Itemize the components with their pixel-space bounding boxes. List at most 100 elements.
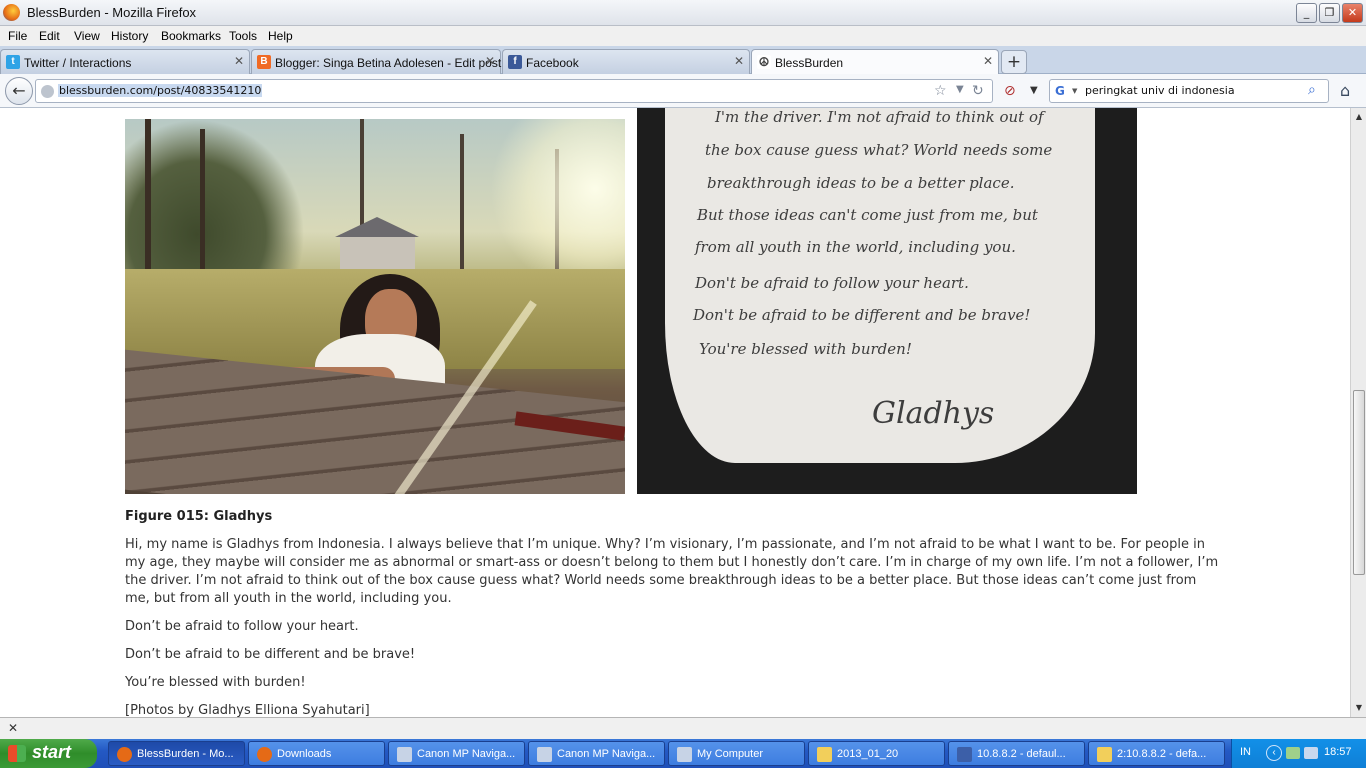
search-engine-dropdown-icon[interactable]: ▼ [1072,87,1077,95]
search-input[interactable]: peringkat univ di indonesia [1085,84,1235,97]
tab-close-icon[interactable]: ✕ [734,54,744,68]
network-folder-icon [1097,747,1112,762]
network-icon [957,747,972,762]
task-folder[interactable]: 2013_01_20 [808,741,945,766]
note-line: I'm the driver. I'm not afraid to think … [715,108,1044,126]
tab-label: Facebook [526,56,579,70]
menu-file[interactable]: File [8,29,27,43]
canon-icon [537,747,552,762]
reload-icon[interactable]: ↻ [972,83,984,99]
windows-taskbar: start BlessBurden - Mo... Downloads Cano… [0,739,1366,768]
article-paragraph: You’re blessed with burden! [125,675,306,690]
tab-twitter[interactable]: t Twitter / Interactions ✕ [0,49,250,74]
tab-facebook[interactable]: f Facebook ✕ [502,49,750,74]
menu-edit[interactable]: Edit [39,29,60,43]
note-line: But those ideas can't come just from me,… [697,206,1038,224]
task-label: 10.8.8.2 - defaul... [977,748,1066,760]
scroll-down-icon[interactable]: ▼ [1353,701,1365,715]
close-bar-icon[interactable]: ✕ [8,721,18,735]
task-canon-1[interactable]: Canon MP Naviga... [388,741,525,766]
note-line: the box cause guess what? World needs so… [705,141,1053,159]
tab-close-icon[interactable]: ✕ [983,54,993,68]
tab-label: Twitter / Interactions [24,56,132,70]
tab-blogger[interactable]: B Blogger: Singa Betina Adolesen - Edit … [251,49,501,74]
menu-help[interactable]: Help [268,29,293,43]
task-label: Canon MP Naviga... [557,748,656,760]
home-icon[interactable]: ⌂ [1340,81,1350,100]
start-label: start [32,742,72,762]
facebook-icon: f [508,55,522,69]
menu-bookmarks[interactable]: Bookmarks [161,29,221,43]
task-label: My Computer [697,748,764,760]
addon-icon[interactable]: ⊘ [1004,83,1016,99]
tab-close-icon[interactable]: ✕ [234,54,244,68]
navigation-bar: ← blessburden.com/post/40833541210 ☆ ▼ ↻… [0,74,1366,108]
scroll-up-icon[interactable]: ▲ [1353,110,1365,124]
photo-gladhys [125,119,625,494]
tab-bar: t Twitter / Interactions ✕ B Blogger: Si… [0,46,1366,75]
history-dropdown-icon[interactable]: ▼ [956,84,964,95]
tray-expand-icon[interactable]: ‹ [1266,745,1282,761]
menu-history[interactable]: History [111,29,148,43]
new-tab-button[interactable]: + [1001,50,1027,74]
note-line: Don't be afraid to be different and be b… [693,306,1031,324]
google-icon[interactable]: G [1055,84,1069,98]
tab-close-icon[interactable]: ✕ [485,54,495,68]
language-indicator[interactable]: IN [1240,746,1251,758]
maximize-button[interactable]: ❐ [1319,3,1340,23]
article-paragraph: Hi, my name is Gladhys from Indonesia. I… [125,537,1219,606]
scrollbar-thumb[interactable] [1353,390,1365,575]
task-firefox[interactable]: BlessBurden - Mo... [108,741,245,766]
start-button[interactable]: start [0,739,97,768]
volume-tray-icon[interactable] [1304,747,1318,759]
window-titlebar: BlessBurden - Mozilla Firefox _ ❐ ✕ [0,0,1366,26]
menu-tools[interactable]: Tools [229,29,257,43]
task-canon-2[interactable]: Canon MP Naviga... [528,741,665,766]
back-button[interactable]: ← [5,77,33,105]
firefox-icon[interactable] [3,4,20,21]
task-remote-2[interactable]: 2:10.8.8.2 - defa... [1088,741,1225,766]
note-line: Don't be afraid to follow your heart. [695,274,969,292]
photo-credit: [Photos by Gladhys Elliona Syahutari] [125,703,370,717]
peace-icon: ☮ [757,55,771,69]
vertical-scrollbar[interactable]: ▲ ▼ [1350,108,1366,717]
note-line: breakthrough ideas to be a better place. [707,174,1015,192]
firefox-icon [117,747,132,762]
article-paragraph: Don’t be afraid to be different and be b… [125,647,416,662]
close-window-button[interactable]: ✕ [1342,3,1363,23]
firefox-icon [257,747,272,762]
tab-blessburden[interactable]: ☮ BlessBurden ✕ [751,49,999,75]
task-downloads[interactable]: Downloads [248,741,385,766]
article-body: Figure 015: Gladhys Hi, my name is Gladh… [125,508,1225,717]
search-icon[interactable]: ⌕ [1308,82,1316,98]
signature: Gladhys [872,396,995,431]
article-paragraph: Don’t be afraid to follow your heart. [125,619,359,634]
network-tray-icon[interactable] [1286,747,1300,759]
note-line: from all youth in the world, including y… [695,238,1016,256]
addon-dropdown-icon[interactable]: ▼ [1030,85,1038,96]
window-title: BlessBurden - Mozilla Firefox [27,5,197,20]
minimize-button[interactable]: _ [1296,3,1317,23]
twitter-icon: t [6,55,20,69]
canon-icon [397,747,412,762]
globe-icon [41,85,54,98]
addon-bar: ✕ [0,717,1366,739]
search-box[interactable]: G ▼ peringkat univ di indonesia ⌕ [1049,79,1329,103]
menu-view[interactable]: View [74,29,100,43]
windows-logo-icon [8,745,26,762]
task-remote-1[interactable]: 10.8.8.2 - defaul... [948,741,1085,766]
task-label: 2:10.8.8.2 - defa... [1117,748,1207,760]
bookmark-star-icon[interactable]: ☆ [934,83,947,99]
photo-handwritten-note: I'm the driver. I'm not afraid to think … [637,108,1137,494]
figure-caption: Figure 015: Gladhys [125,509,273,524]
url-bar[interactable]: blessburden.com/post/40833541210 ☆ ▼ ↻ [35,79,993,103]
task-my-computer[interactable]: My Computer [668,741,805,766]
tab-label: Blogger: Singa Betina Adolesen - Edit po… [275,56,502,70]
blogger-icon: B [257,55,271,69]
task-label: BlessBurden - Mo... [137,748,234,760]
computer-icon [677,747,692,762]
url-text[interactable]: blessburden.com/post/40833541210 [58,84,263,97]
tab-label: BlessBurden [775,56,844,70]
clock: 18:57 [1324,746,1352,758]
folder-icon [817,747,832,762]
